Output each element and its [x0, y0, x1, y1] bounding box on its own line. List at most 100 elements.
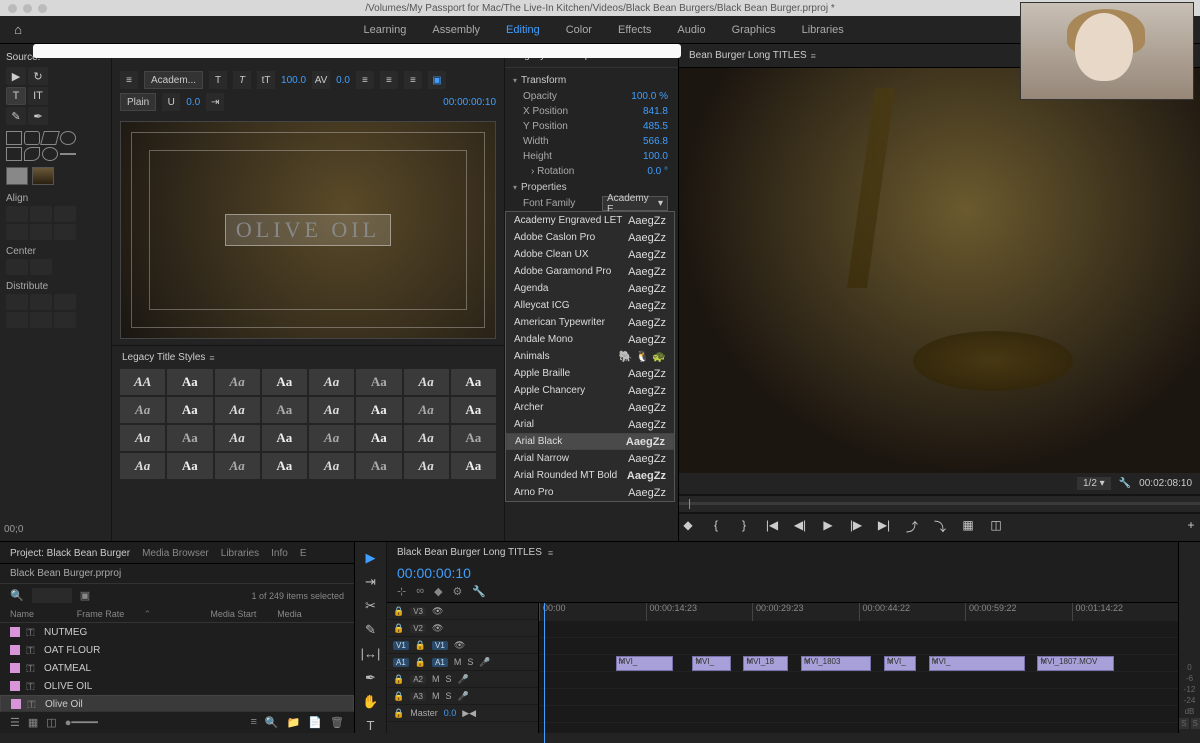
- leading-value[interactable]: 0.0: [186, 97, 200, 108]
- solo-left[interactable]: S: [1179, 718, 1188, 729]
- settings-icon[interactable]: 🔧: [1119, 478, 1131, 489]
- font-option[interactable]: Arial NarrowAaegZz: [506, 450, 674, 467]
- ws-graphics[interactable]: Graphics: [732, 24, 776, 36]
- lock-icon[interactable]: 🔒: [393, 623, 404, 634]
- path-type-tool-icon[interactable]: ✎: [6, 107, 26, 125]
- lock-icon[interactable]: 🔒: [393, 691, 404, 702]
- comparison-icon[interactable]: ◫: [987, 518, 1005, 535]
- step-back-icon[interactable]: ◀|: [791, 518, 809, 535]
- project-item[interactable]: 🇹OLIVE OIL: [0, 677, 354, 695]
- libraries-tab[interactable]: Libraries: [221, 548, 259, 559]
- playhead-icon[interactable]: [544, 603, 545, 743]
- solo-right[interactable]: S: [1191, 718, 1200, 729]
- snap-icon[interactable]: ⊹: [397, 585, 406, 598]
- align-center-icon[interactable]: ≡: [380, 71, 398, 89]
- lock-icon[interactable]: 🔒: [393, 606, 404, 617]
- font-option[interactable]: ArcherAaegZz: [506, 399, 674, 416]
- center-buttons[interactable]: [6, 259, 105, 275]
- lock-icon[interactable]: 🔒: [415, 657, 426, 668]
- project-item[interactable]: 🇹NUTMEG: [0, 623, 354, 641]
- mute-icon[interactable]: M: [432, 674, 440, 684]
- new-bin-icon[interactable]: 📁: [287, 716, 301, 729]
- project-item[interactable]: 🇹OAT FLOUR: [0, 641, 354, 659]
- kerning-value[interactable]: 0.0: [336, 75, 350, 86]
- font-option[interactable]: American TypewriterAaegZz: [506, 314, 674, 331]
- font-option[interactable]: Adobe Clean UXAaegZz: [506, 246, 674, 263]
- solo-icon[interactable]: S: [446, 691, 452, 701]
- media-browser-tab[interactable]: Media Browser: [142, 548, 209, 559]
- settings-icon[interactable]: ⚙: [453, 585, 463, 598]
- ws-editing[interactable]: Editing: [506, 24, 540, 36]
- trash-icon[interactable]: 🗑: [330, 716, 344, 729]
- video-clip[interactable]: fx MVI_: [616, 656, 674, 671]
- extract-icon[interactable]: ⤵: [931, 518, 949, 535]
- ws-learning[interactable]: Learning: [364, 24, 407, 36]
- more-tab[interactable]: E: [300, 548, 307, 559]
- sequence-tab[interactable]: Black Bean Burger Long TITLES: [397, 547, 542, 558]
- tab-icon[interactable]: ⇥: [206, 93, 224, 111]
- hand-tool-icon[interactable]: ✋: [362, 694, 378, 710]
- zoom-slider[interactable]: ●━━━━: [65, 716, 243, 729]
- markers-icon[interactable]: ◆: [434, 585, 442, 598]
- font-family-dropdown[interactable]: Academ...: [144, 71, 203, 89]
- step-fwd-icon[interactable]: |▶: [847, 518, 865, 535]
- selection-tool-icon[interactable]: ▶: [6, 67, 26, 85]
- project-columns[interactable]: Name Frame Rate⌃ Media Start Media: [0, 607, 354, 623]
- ellipse-icon[interactable]: [60, 131, 76, 145]
- export-frame-icon[interactable]: ▦: [959, 518, 977, 535]
- mute-icon[interactable]: M: [432, 691, 440, 701]
- eye-icon[interactable]: 👁: [454, 640, 465, 651]
- align-left-icon[interactable]: ≡: [356, 71, 374, 89]
- circle-icon[interactable]: [42, 147, 58, 161]
- video-clip[interactable]: fx MVI_: [692, 656, 730, 671]
- italic-icon[interactable]: T: [233, 71, 251, 89]
- track-select-icon[interactable]: ⇥: [365, 574, 376, 590]
- type-tool-icon[interactable]: T: [6, 87, 26, 105]
- styles-menu-icon[interactable]: ≡: [209, 353, 214, 363]
- list-view-icon[interactable]: ☰: [10, 716, 20, 729]
- font-option[interactable]: Arial BlackAaegZz: [506, 433, 674, 450]
- font-size-value[interactable]: 100.0: [281, 75, 306, 86]
- pen-tool-icon[interactable]: ✒: [28, 107, 48, 125]
- video-clip[interactable]: fx MVI_1807.MOV: [1037, 656, 1114, 671]
- bold-icon[interactable]: T: [209, 71, 227, 89]
- solo-icon[interactable]: S: [467, 657, 473, 667]
- lock-icon[interactable]: 🔒: [415, 640, 426, 651]
- font-option[interactable]: Academy Engraved LETAaegZz: [506, 212, 674, 229]
- type-tool-icon[interactable]: T: [367, 718, 375, 734]
- wedge-icon[interactable]: [40, 131, 60, 145]
- color-swatches[interactable]: [6, 167, 105, 185]
- solo-icon[interactable]: S: [446, 674, 452, 684]
- traffic-lights[interactable]: [8, 4, 47, 13]
- font-option[interactable]: Adobe Caslon ProAaegZz: [506, 229, 674, 246]
- font-option[interactable]: Apple ChanceryAaegZz: [506, 382, 674, 399]
- ws-assembly[interactable]: Assembly: [432, 24, 480, 36]
- title-preview[interactable]: OLIVE OIL: [120, 121, 496, 339]
- freeform-icon[interactable]: ◫: [46, 716, 56, 729]
- rotate-tool-icon[interactable]: ↻: [28, 67, 48, 85]
- distribute-buttons[interactable]: [6, 294, 105, 328]
- go-to-out-icon[interactable]: ▶|: [875, 518, 893, 535]
- mute-icon[interactable]: M: [454, 657, 462, 667]
- font-style-dropdown[interactable]: Plain: [120, 93, 156, 111]
- video-clip[interactable]: fx MVI_: [929, 656, 1025, 671]
- font-dropdown-list[interactable]: Academy Engraved LETAaegZzAdobe Caslon P…: [505, 211, 675, 502]
- button-editor-icon[interactable]: +: [1182, 518, 1200, 535]
- twisty-icon[interactable]: ▾: [513, 183, 517, 192]
- font-option[interactable]: Arno ProAaegZz: [506, 484, 674, 501]
- bin-icon[interactable]: ▣: [80, 589, 90, 602]
- pen-tool-icon[interactable]: ✒: [365, 670, 376, 686]
- add-marker-icon[interactable]: ◆: [679, 518, 697, 535]
- program-timecode[interactable]: 00:02:08:10: [1139, 478, 1192, 489]
- program-tab[interactable]: Bean Burger Long TITLES: [689, 50, 807, 61]
- search-overlay[interactable]: [33, 44, 681, 58]
- zoom-select[interactable]: 1/2 ▾: [1077, 477, 1111, 490]
- eye-icon[interactable]: 👁: [432, 606, 443, 617]
- font-option[interactable]: AgendaAaegZz: [506, 280, 674, 297]
- font-option[interactable]: Animals🐘 🐧 🐢: [506, 348, 674, 365]
- video-clip[interactable]: fx MVI_1803: [801, 656, 871, 671]
- font-option[interactable]: Adobe Garamond ProAaegZz: [506, 263, 674, 280]
- ws-audio[interactable]: Audio: [677, 24, 705, 36]
- program-menu-icon[interactable]: ≡: [811, 51, 816, 61]
- lock-icon[interactable]: 🔒: [393, 708, 404, 719]
